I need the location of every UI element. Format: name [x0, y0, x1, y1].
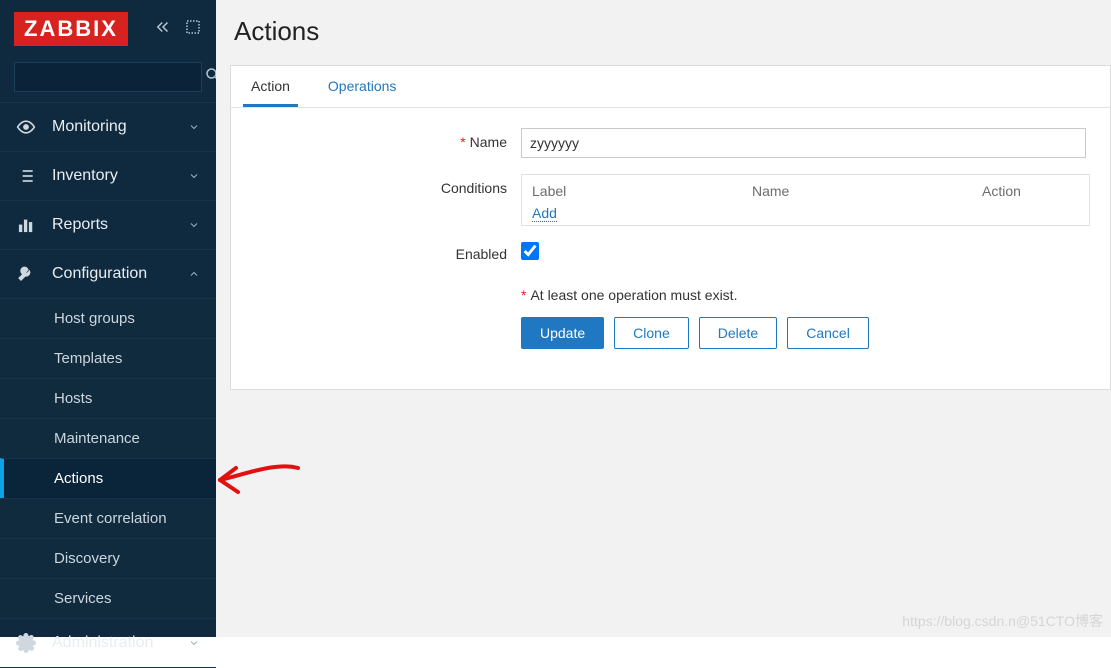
sidebar-item-services[interactable]: Services: [0, 578, 216, 618]
button-row: Update Clone Delete Cancel: [521, 317, 1090, 349]
chevron-down-icon: [188, 170, 200, 182]
brand-logo[interactable]: ZABBIX: [14, 12, 128, 46]
chevron-down-icon: [188, 637, 200, 649]
update-button[interactable]: Update: [521, 317, 604, 349]
action-panel: Action Operations * Name Conditions Lab: [230, 65, 1111, 390]
add-condition-link[interactable]: Add: [532, 205, 557, 222]
col-label: Label: [532, 183, 752, 199]
sidebar-item-event-correlation[interactable]: Event correlation: [0, 498, 216, 538]
sidebar-item-actions[interactable]: Actions: [0, 458, 216, 498]
bar-chart-icon: [16, 215, 36, 235]
sidebar-header: ZABBIX: [0, 0, 216, 56]
col-name: Name: [752, 183, 982, 199]
tab-operations[interactable]: Operations: [320, 66, 404, 107]
collapse-icon[interactable]: [154, 18, 172, 40]
delete-button[interactable]: Delete: [699, 317, 777, 349]
eye-icon: [16, 117, 36, 137]
sidebar-item-host-groups[interactable]: Host groups: [0, 298, 216, 338]
nav-reports[interactable]: Reports: [0, 200, 216, 249]
label-conditions: Conditions: [251, 174, 521, 196]
sidebar-item-templates[interactable]: Templates: [0, 338, 216, 378]
nav-label: Inventory: [52, 167, 172, 185]
chevron-down-icon: [188, 219, 200, 231]
list-icon: [16, 166, 36, 186]
nav-administration[interactable]: Administration: [0, 618, 216, 668]
sidebar-item-discovery[interactable]: Discovery: [0, 538, 216, 578]
sidebar-item-hosts[interactable]: Hosts: [0, 378, 216, 418]
tab-action[interactable]: Action: [243, 66, 298, 107]
row-enabled: Enabled: [251, 242, 1090, 265]
form-hint: *At least one operation must exist.: [521, 287, 1090, 303]
row-name: * Name: [251, 128, 1090, 158]
sidebar: ZABBIX Monitoring Inventory Reports: [0, 0, 216, 637]
nav-inventory[interactable]: Inventory: [0, 151, 216, 200]
conditions-header: Label Name Action: [532, 183, 1079, 199]
action-form: * Name Conditions Label Name Action: [231, 108, 1110, 389]
nav-monitoring[interactable]: Monitoring: [0, 102, 216, 151]
search-input[interactable]: [23, 69, 204, 85]
clone-button[interactable]: Clone: [614, 317, 689, 349]
col-action: Action: [982, 183, 1079, 199]
gear-icon: [16, 633, 36, 653]
label-enabled: Enabled: [251, 246, 521, 262]
search-box[interactable]: [14, 62, 202, 92]
search-wrap: [0, 56, 216, 102]
configuration-submenu: Host groups Templates Hosts Maintenance …: [0, 298, 216, 618]
main-content: Actions Action Operations * Name Conditi…: [216, 0, 1111, 637]
conditions-table: Label Name Action Add: [521, 174, 1090, 226]
name-input[interactable]: [521, 128, 1086, 158]
nav-label: Reports: [52, 216, 172, 234]
nav-configuration[interactable]: Configuration: [0, 249, 216, 298]
chevron-down-icon: [188, 121, 200, 133]
enabled-checkbox[interactable]: [521, 242, 539, 260]
tabs: Action Operations: [231, 66, 1110, 108]
dashboard-icon[interactable]: [184, 18, 202, 40]
row-conditions: Conditions Label Name Action Add: [251, 174, 1090, 226]
cancel-button[interactable]: Cancel: [787, 317, 869, 349]
page-title: Actions: [216, 0, 1111, 65]
nav-label: Monitoring: [52, 118, 172, 136]
label-name: * Name: [251, 128, 521, 150]
wrench-icon: [16, 264, 36, 284]
sidebar-item-maintenance[interactable]: Maintenance: [0, 418, 216, 458]
row-hint: *At least one operation must exist. Upda…: [251, 281, 1090, 349]
chevron-up-icon: [188, 268, 200, 280]
nav-label: Configuration: [52, 265, 172, 283]
